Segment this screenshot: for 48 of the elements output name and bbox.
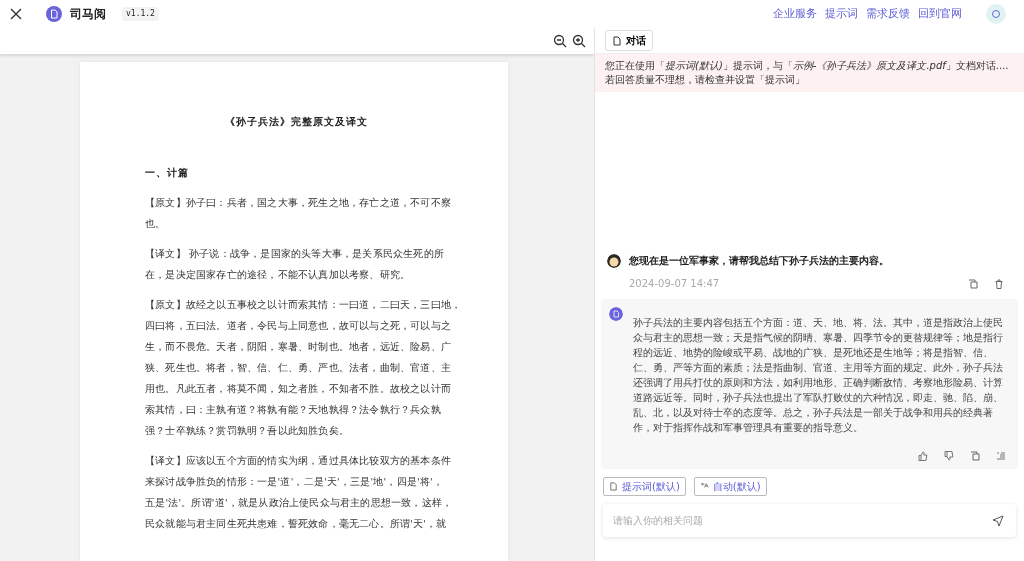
- notice-text: 若回答质量不理想，请检查并设置「提示词」: [605, 73, 806, 87]
- document-text-line: 狭、死生也。将者，智、信、仁、勇、严也。法者，曲制、官道、主: [145, 361, 451, 375]
- header-link[interactable]: 回到官网: [918, 6, 962, 22]
- copy-icon[interactable]: [970, 451, 980, 461]
- zoom-in-button[interactable]: [571, 33, 586, 49]
- app-name: 司马阅: [70, 6, 106, 23]
- document-text-line: 也。: [145, 217, 166, 231]
- send-icon[interactable]: [992, 515, 1004, 527]
- user-avatar: [607, 253, 621, 268]
- section-heading: 一、计篇: [145, 166, 190, 180]
- prompt-chip[interactable]: 提示词(默认): [603, 477, 686, 496]
- copy-icon[interactable]: [968, 278, 978, 289]
- document-text-line: 来探讨战争胜负的情形：一是'道'，二是'天'，三是'地'，四是'将'，: [145, 475, 444, 489]
- document-text-line: 强？士卒孰练？赏罚孰明？吾以此知胜负矣。: [145, 424, 349, 438]
- user-message: 您现在是一位军事家，请帮我总结下孙子兵法的主要内容。: [629, 254, 889, 268]
- document-text-line: 【原文】故经之以五事校之以计而索其情：一曰道，二曰天，三曰地，: [145, 298, 462, 312]
- thumbs-down-icon[interactable]: [944, 451, 954, 461]
- document-text-line: 【译文】 孙子说：战争，是国家的头等大事，是关系民众生死的所: [145, 247, 445, 261]
- thumbs-up-icon[interactable]: [918, 451, 928, 461]
- document-text-line: 在，是决定国家存亡的途径，不能不认真加以考察、研究。: [145, 268, 411, 282]
- document-text-line: 索其情，曰：主孰有道？将孰有能？天地孰得？法令孰行？兵众孰: [145, 403, 441, 417]
- delete-icon[interactable]: [994, 278, 1004, 289]
- document-icon: [612, 35, 622, 46]
- document-text-line: 【译文】应该以五个方面的情实为纲，通过具体比较双方的基本条件: [145, 454, 451, 468]
- document-text-line: 【原文】孙子曰：兵者，国之大事，死生之地，存亡之道，不可不察: [145, 196, 451, 210]
- question-input[interactable]: 请输入你的相关问题: [603, 504, 1016, 537]
- document-title: 《孙子兵法》完整原文及译文: [224, 115, 369, 129]
- translate-icon: [699, 482, 709, 491]
- document-text-line: 五是'法'。所谓'道'，就是从政治上使民众与君主的思想一致，这样，: [145, 496, 453, 510]
- document-text-line: 四曰将，五曰法。道者，令民与上同意也，故可以与之死，可以与之: [145, 319, 451, 333]
- document-text-line: 用也。凡此五者，将莫不闻，知之者胜，不知者不胜。故校之以计而: [145, 382, 451, 396]
- header-link[interactable]: 提示词: [825, 6, 858, 22]
- message-time: 2024-09-07 14:47: [629, 277, 720, 291]
- header-link[interactable]: 需求反馈: [866, 6, 910, 22]
- mode-chip[interactable]: 自动(默认): [693, 477, 767, 496]
- header-link[interactable]: 企业服务: [773, 6, 817, 22]
- document-text-line: 生，而不畏危。天者，阴阳，寒暑、时制也。地者，远近、险易、广: [145, 340, 451, 354]
- chat-tab[interactable]: 对话: [605, 30, 653, 51]
- document-text-line: 民众就能与君主同生死共患难，誓死效命，毫无二心。所谓'天'，就: [145, 517, 447, 531]
- assistant-avatar: [609, 307, 623, 321]
- version-label: v1.1.2: [122, 7, 159, 21]
- zoom-out-button[interactable]: [552, 33, 567, 49]
- user-avatar-icon[interactable]: [986, 4, 1006, 24]
- logo-icon: [46, 6, 62, 22]
- assistant-message: 孙子兵法的主要内容包括五个方面：道、天、地、将、法。其中，道是指政治上使民众与君主的思想一致；天是指气候的阴晴、寒暑、四季节令的更替规律等；地是指行程的远近、地势的险峻或平易、战地的广狭、是死地还是生地等；将是指智、信、仁、勇、严等方面的素质；法是指曲制、官道、主用等方面的规定。此外，孙子兵法还强调了用兵打仗的原则和方法，如利用地形、正确判断敌情、考察地形险易、计算道路远近等。同时，孙子兵法也提出了军队打败仗的六种情况，即走、驰、陷、崩、乱、北，以及对待士卒的态度等。总之，孙子兵法是一部关于战争和用兵的经典著作，对于指挥作战和军事管理具有重要的指导意义。: [632, 316, 1004, 435]
- close-icon[interactable]: [10, 8, 22, 20]
- document-icon: [609, 482, 618, 491]
- notice-text: 您正在使用「提示词(默认)」提示词，与「示例-《孙子兵法》原文及译文.pdf」文档对话....: [605, 59, 1010, 73]
